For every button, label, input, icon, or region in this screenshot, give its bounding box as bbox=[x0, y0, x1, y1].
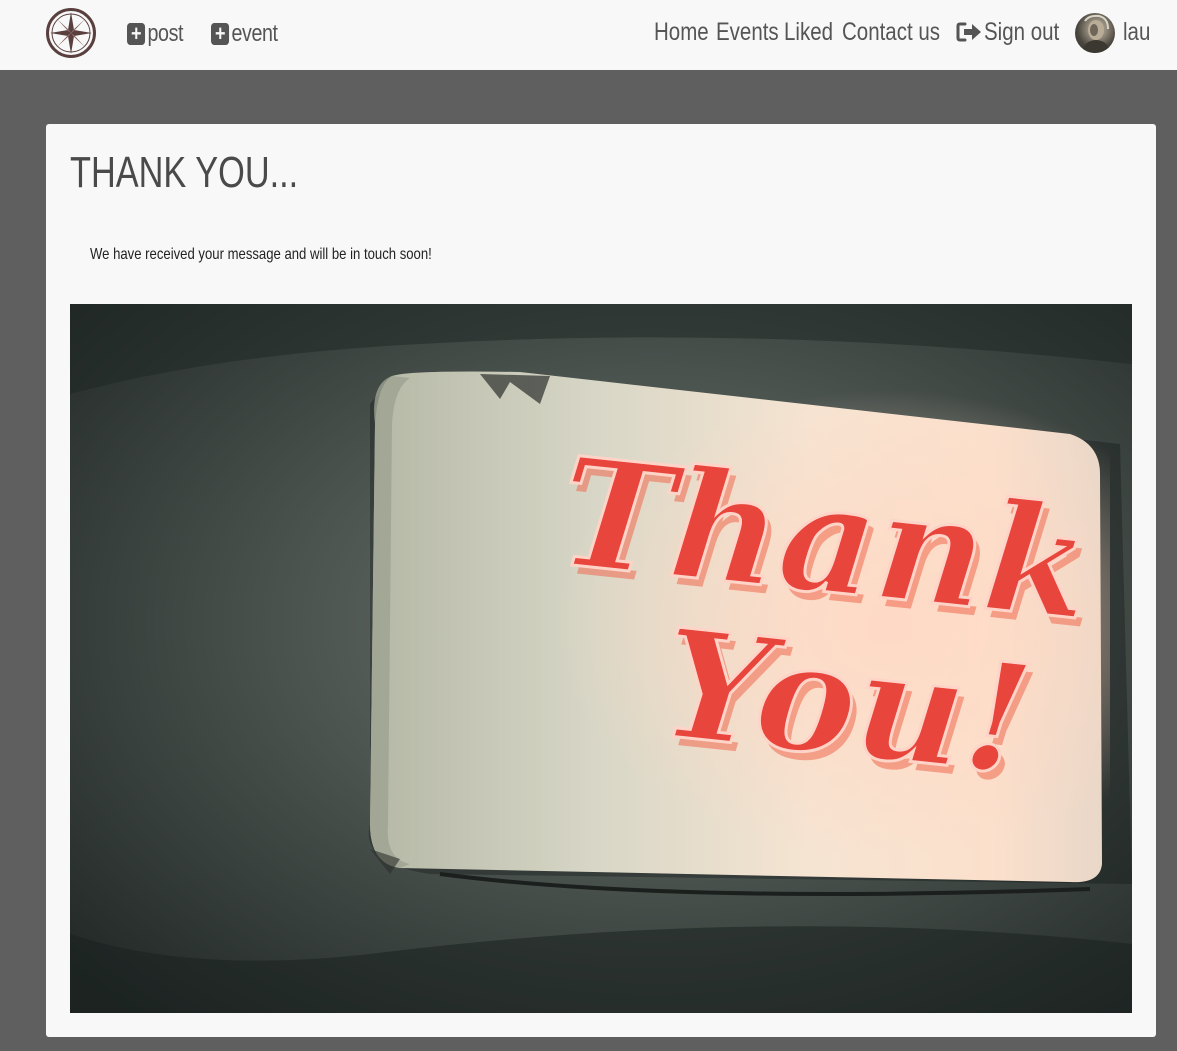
nav-signout-link[interactable]: Sign out bbox=[984, 14, 1059, 50]
nav-contact-link[interactable]: Contact us bbox=[842, 14, 940, 50]
confirmation-message: We have received your message and will b… bbox=[90, 246, 432, 263]
thank-you-neon-image: Thank Thank You! You! bbox=[70, 304, 1132, 1013]
avatar-image bbox=[1081, 14, 1111, 53]
page-title: THANK YOU... bbox=[70, 148, 299, 197]
sign-out-icon[interactable] bbox=[956, 21, 982, 43]
avatar[interactable] bbox=[1075, 13, 1115, 53]
nav-liked-link[interactable]: Liked bbox=[784, 14, 833, 50]
thank-you-card: THANK YOU... We have received your messa… bbox=[46, 124, 1156, 1037]
nav-home-link[interactable]: Home bbox=[654, 14, 709, 50]
nav-events-link[interactable]: Events bbox=[716, 14, 779, 50]
navbar: + post + event Home Events Liked Contact… bbox=[0, 0, 1177, 70]
nav-links: Home Events Liked Contact us Sign out la… bbox=[0, 14, 1177, 50]
nav-profile-link[interactable]: lau bbox=[1123, 14, 1150, 50]
